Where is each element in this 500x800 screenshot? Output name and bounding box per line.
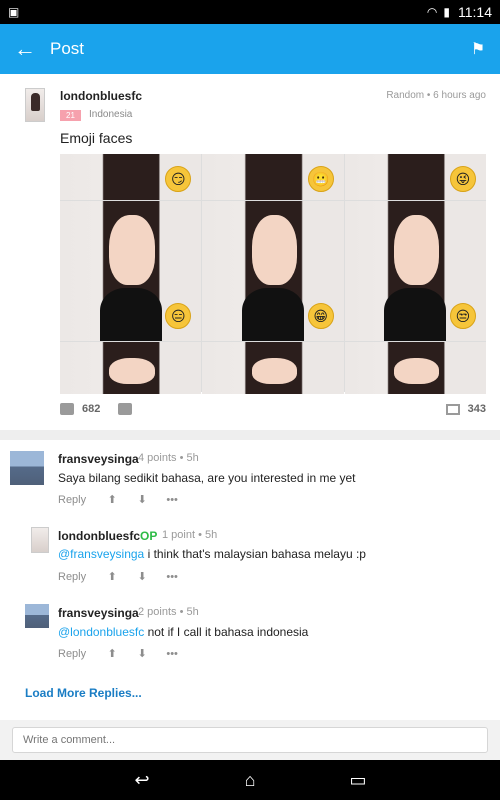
comments-count: 343 [467,403,486,415]
more-icon[interactable]: ••• [164,494,180,506]
image-tile [344,342,486,394]
downvote-icon[interactable]: ⬇ [134,493,150,506]
post-avatar[interactable] [25,88,45,122]
section-divider [0,430,500,440]
comment-actions: Reply ⬆ ⬇ ••• [58,570,194,584]
user-level-badge: 21 [60,110,81,121]
comment-actions: Reply ⬆ ⬇ ••• [58,647,194,661]
post-stats: 682 343 [60,400,486,418]
home-nav-icon[interactable]: ⌂ [236,770,264,790]
unamused-emoji-icon: 😒 [449,303,476,329]
grimace-emoji-icon: 😬 [307,166,334,192]
comment-username[interactable]: londonbluesfc [58,529,140,543]
thumbs-up-icon[interactable] [60,403,74,415]
post-meta: Random • 6 hours ago [386,90,486,101]
avatar[interactable] [25,604,49,628]
comment-meta: 4 points • 5h [138,452,199,464]
image-tile: 😜 [344,154,486,200]
comment-text-body: not if I call it bahasa indonesia [144,625,309,639]
comment-text: @londonbluesfc not if I call it bahasa i… [58,625,308,639]
comment-username[interactable]: fransveysinga [58,606,139,620]
comment-text: @fransveysinga i think that's malaysian … [58,547,366,561]
comment-meta: 1 point • 5h [162,529,218,541]
comment-text-body: i think that's malaysian bahasa melayu :… [144,547,366,561]
comment: fransveysinga 4 points • 5h Saya bilang … [0,440,500,520]
recents-nav-icon[interactable]: ▭ [344,770,372,790]
reply-button[interactable]: Reply [58,494,86,506]
status-bar: ▣ ◠ ▮ 11:14 [0,0,500,24]
post-card: londonbluesfc Random • 6 hours ago 21 In… [0,74,500,428]
smirk-emoji-icon: 😏 [165,166,192,192]
op-badge: OP [140,529,158,543]
load-more-replies-link[interactable]: Load More Replies... [25,686,142,700]
image-tile [60,342,202,394]
image-tile: 😏 [60,154,202,200]
reply-button[interactable]: Reply [58,648,86,660]
image-tile [202,342,344,394]
flag-icon[interactable]: ⚑ [456,39,500,59]
comment-input[interactable] [12,727,488,753]
page-title: Post [50,39,85,58]
downvote-icon[interactable]: ⬇ [134,570,150,583]
comment-text: Saya bilang sedikit bahasa, are you inte… [58,471,356,485]
comment: fransveysinga 2 points • 5h @londonblues… [0,598,500,678]
post-caption: Emoji faces [60,130,133,146]
more-icon[interactable]: ••• [164,648,180,660]
image-notification-icon: ▣ [8,5,20,19]
avatar[interactable] [10,451,44,485]
post-image-grid[interactable]: 😏 😬 😜 😑 😁 😒 [60,154,486,394]
back-nav-icon[interactable]: ↩ [128,770,156,790]
upvote-icon[interactable]: ⬆ [104,493,120,506]
image-tile: 😁 [202,201,344,341]
avatar[interactable] [31,527,49,553]
mention-link[interactable]: @fransveysinga [58,547,144,561]
image-tile: 😒 [344,201,486,341]
downvote-icon[interactable]: ⬇ [134,647,150,660]
comment-actions: Reply ⬆ ⬇ ••• [58,493,194,507]
comment-icon[interactable] [445,403,460,415]
back-arrow-icon[interactable]: ← [0,36,50,62]
thumbs-down-icon[interactable] [118,403,133,415]
post-username[interactable]: londonbluesfc [60,89,142,103]
comment-composer [0,720,500,760]
app-bar: ← Post ⚑ [0,24,500,74]
grin-emoji-icon: 😁 [307,303,334,329]
neutral-emoji-icon: 😑 [165,303,192,329]
wifi-icon: ◠ [426,5,438,19]
system-nav-bar: ↩ ⌂ ▭ [0,760,500,800]
mention-link[interactable]: @londonbluesfc [58,625,144,639]
likes-count: 682 [82,403,101,415]
upvote-icon[interactable]: ⬆ [104,647,120,660]
status-time: 11:14 [458,4,492,20]
battery-icon: ▮ [443,5,450,19]
more-icon[interactable]: ••• [164,571,180,583]
reply-button[interactable]: Reply [58,571,86,583]
comment: londonbluesfc OP 1 point • 5h @fransveys… [0,520,500,598]
comment-meta: 2 points • 5h [138,606,199,618]
comment-username[interactable]: fransveysinga [58,452,139,466]
post-country: Indonesia [89,109,133,120]
image-tile: 😬 [202,154,344,200]
image-tile: 😑 [60,201,202,341]
upvote-icon[interactable]: ⬆ [104,570,120,583]
tongue-emoji-icon: 😜 [449,166,476,192]
